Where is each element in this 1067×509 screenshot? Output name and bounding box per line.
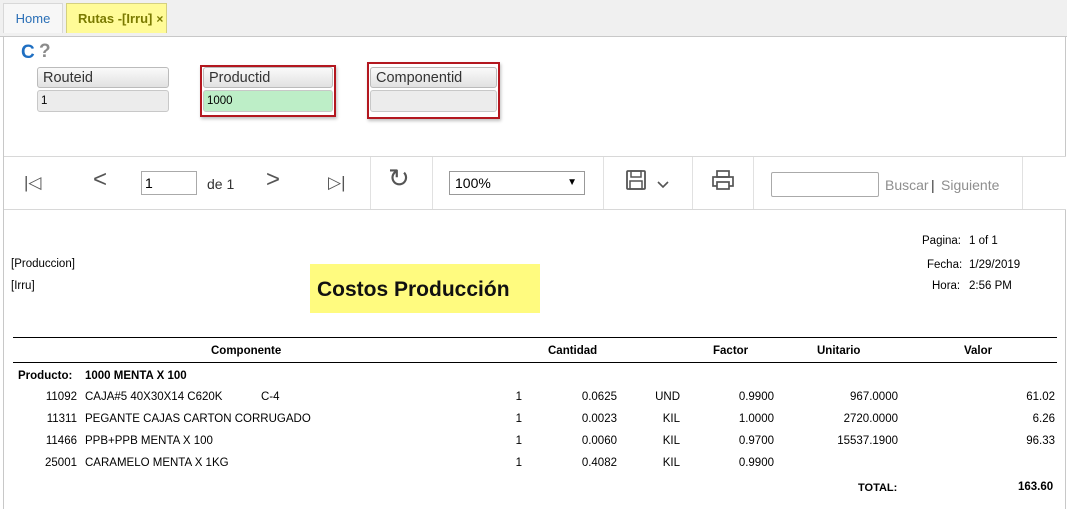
next-page-icon[interactable]: > bbox=[266, 168, 280, 192]
row-extra: C-4 bbox=[261, 391, 280, 403]
row-qty1: 1 bbox=[515, 457, 522, 469]
row-desc: PPB+PPB MENTA X 100 bbox=[85, 435, 213, 447]
row-code: 25001 bbox=[45, 457, 77, 469]
row-unit: UND bbox=[655, 391, 680, 403]
header-rule-bottom bbox=[13, 362, 1057, 363]
meta-time-label: Hora: bbox=[932, 280, 961, 292]
total-value: 163.60 bbox=[1018, 481, 1054, 493]
row-qty1: 1 bbox=[515, 435, 522, 447]
toolbar-separator bbox=[370, 157, 371, 209]
meta-date-value: 1/29/2019 bbox=[969, 259, 1021, 271]
tab-rutas-label: Rutas -[Irru] bbox=[78, 11, 153, 26]
tab-bar: Home Rutas -[Irru] × bbox=[0, 0, 1067, 37]
row-qty: 0.0060 bbox=[581, 435, 617, 447]
meta-date-label: Fecha: bbox=[927, 259, 963, 271]
tab-home[interactable]: Home bbox=[3, 3, 63, 33]
componentid-field[interactable] bbox=[370, 90, 497, 112]
page-count-label: de 1 bbox=[207, 176, 235, 192]
row-unitario: 967.0000 bbox=[850, 391, 898, 403]
print-icon[interactable] bbox=[711, 169, 735, 195]
row-desc: PEGANTE CAJAS CARTON CORRUGADO bbox=[85, 413, 311, 425]
save-icon[interactable] bbox=[625, 169, 647, 197]
row-unit: KIL bbox=[662, 457, 680, 469]
find-separator: | bbox=[931, 177, 935, 193]
help-icon[interactable]: ? bbox=[39, 42, 51, 61]
find-link[interactable]: Buscar bbox=[885, 177, 929, 193]
col-unitario: Unitario bbox=[817, 345, 861, 357]
row-factor: 0.9900 bbox=[738, 457, 774, 469]
productid-label: Productid bbox=[203, 67, 333, 88]
row-unit: KIL bbox=[662, 413, 680, 425]
report-company: [Produccion] bbox=[11, 258, 75, 270]
row-valor: 6.26 bbox=[1032, 413, 1055, 425]
row-qty: 0.4082 bbox=[581, 457, 617, 469]
first-page-icon[interactable]: |◁ bbox=[24, 172, 42, 194]
close-icon[interactable]: × bbox=[156, 12, 163, 26]
row-unit: KIL bbox=[662, 435, 680, 447]
report-user: [Irru] bbox=[11, 280, 35, 292]
toolbar-separator bbox=[603, 157, 604, 209]
search-input[interactable] bbox=[771, 172, 879, 197]
product-value: 1000 MENTA X 100 bbox=[85, 370, 187, 382]
row-code: 11092 bbox=[45, 391, 77, 403]
row-desc: CARAMELO MENTA X 1KG bbox=[85, 457, 229, 469]
toolbar-separator bbox=[692, 157, 693, 209]
col-factor: Factor bbox=[713, 345, 749, 357]
row-qty1: 1 bbox=[515, 391, 522, 403]
prev-page-icon[interactable]: < bbox=[93, 168, 107, 192]
refresh-icon[interactable]: C bbox=[21, 43, 35, 62]
meta-page-value: 1 of 1 bbox=[969, 235, 998, 247]
row-unitario: 15537.1900 bbox=[837, 435, 898, 447]
toolbar-separator bbox=[432, 157, 433, 209]
chevron-down-icon: ▼ bbox=[567, 177, 577, 188]
productid-field[interactable]: 1000 bbox=[203, 90, 333, 112]
meta-page-label: Pagina: bbox=[922, 235, 962, 247]
last-page-icon[interactable]: ▷| bbox=[328, 172, 346, 194]
row-factor: 1.0000 bbox=[738, 413, 774, 425]
zoom-select[interactable]: 100% ▼ bbox=[449, 171, 585, 195]
tab-rutas[interactable]: Rutas -[Irru] × bbox=[66, 3, 167, 33]
row-unitario: 2720.0000 bbox=[843, 413, 898, 425]
toolbar-separator bbox=[1022, 157, 1023, 209]
row-valor: 96.33 bbox=[1026, 435, 1055, 447]
routeid-label: Routeid bbox=[37, 67, 169, 88]
componentid-label: Componentid bbox=[370, 67, 497, 88]
refresh-report-icon[interactable]: ↻ bbox=[388, 165, 410, 191]
row-qty: 0.0023 bbox=[581, 413, 617, 425]
row-code: 11311 bbox=[46, 413, 77, 425]
routeid-field[interactable]: 1 bbox=[37, 90, 169, 112]
row-desc: CAJA#5 40X30X14 C620K bbox=[85, 391, 223, 403]
row-qty1: 1 bbox=[515, 413, 522, 425]
row-code: 11466 bbox=[45, 435, 77, 447]
meta-time-value: 2:56 PM bbox=[969, 280, 1012, 292]
row-qty: 0.0625 bbox=[581, 391, 617, 403]
header-rule-top bbox=[13, 337, 1057, 338]
total-label: TOTAL: bbox=[858, 482, 898, 494]
row-valor: 61.02 bbox=[1026, 391, 1055, 403]
report-title: Costos Producción bbox=[310, 264, 540, 313]
save-dropdown-icon[interactable] bbox=[656, 174, 670, 196]
zoom-value: 100% bbox=[455, 175, 491, 191]
col-cantidad: Cantidad bbox=[548, 345, 598, 357]
row-factor: 0.9700 bbox=[738, 435, 774, 447]
find-next-link[interactable]: Siguiente bbox=[941, 177, 999, 193]
col-valor: Valor bbox=[964, 345, 993, 357]
toolbar-separator bbox=[753, 157, 754, 209]
page-number-input[interactable]: 1 bbox=[141, 171, 197, 195]
col-componente: Componente bbox=[211, 345, 282, 357]
row-factor: 0.9900 bbox=[738, 391, 774, 403]
product-label: Producto: bbox=[18, 370, 73, 382]
